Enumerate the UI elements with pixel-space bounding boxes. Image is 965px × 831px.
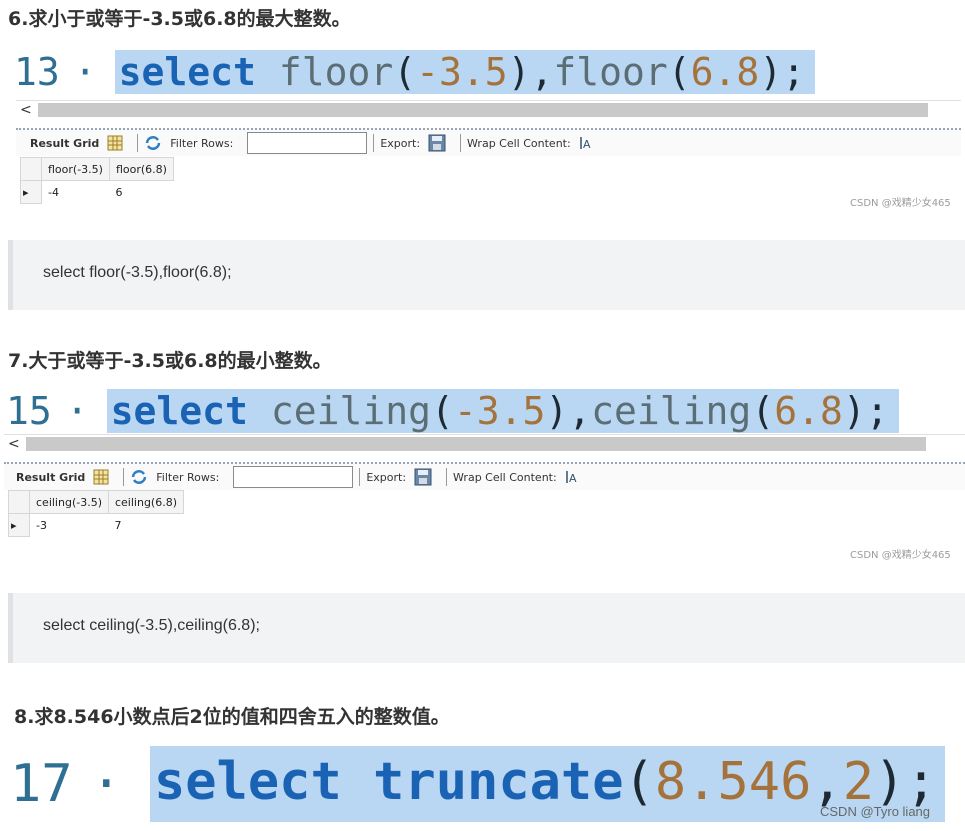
column-header[interactable]: floor(6.8) — [108, 157, 174, 181]
line-number: 13 — [14, 50, 60, 94]
code-block-1: select floor(-3.5),floor(6.8); — [8, 240, 965, 310]
horizontal-scrollbar[interactable]: < — [4, 434, 965, 453]
editor-panel-2: 15 · select ceiling(-3.5),ceiling(6.8); … — [4, 384, 965, 564]
watermark: CSDN @戏精少女465 — [850, 198, 951, 209]
code-token: floor — [553, 50, 668, 94]
scroll-thumb[interactable] — [38, 103, 928, 117]
line-marker: · — [65, 389, 89, 433]
export-save-icon[interactable] — [414, 468, 432, 486]
filter-rows-label: Filter Rows: — [170, 136, 234, 150]
wrap-cell-label: Wrap Cell Content: — [467, 136, 571, 150]
code-token: ), — [545, 389, 592, 433]
wrap-text-icon[interactable]: A — [565, 470, 579, 484]
code-line-15[interactable]: 15 · select ceiling(-3.5),ceiling(6.8); — [6, 388, 899, 434]
scroll-left-icon[interactable]: < — [8, 435, 22, 453]
grid-view-icon[interactable] — [107, 135, 123, 151]
table-row[interactable]: ▸ -4 6 — [20, 180, 174, 204]
code-token: floor — [278, 50, 394, 94]
horizontal-scrollbar[interactable]: < — [16, 100, 961, 119]
result-grid-1: floor(-3.5) floor(6.8) ▸ -4 6 — [20, 157, 174, 204]
line-number: 15 — [6, 389, 52, 433]
code-block-2: select ceiling(-3.5),ceiling(6.8); — [8, 593, 965, 663]
code-token: -3.5 — [416, 50, 508, 94]
row-pointer-icon: ▸ — [20, 180, 42, 204]
line-number: 17 — [10, 754, 73, 814]
code-token: ); — [874, 752, 937, 812]
row-pointer-icon: ▸ — [8, 513, 30, 537]
column-header[interactable]: ceiling(6.8) — [107, 490, 185, 514]
code-token: ), — [507, 50, 554, 94]
sql-statement: select floor(-3.5),floor(6.8); — [114, 50, 816, 94]
code-token: 6.8 — [774, 389, 843, 433]
code-token: ( — [667, 50, 691, 94]
heading-6: 6.求小于或等于-3.5或6.8的最大整数。 — [8, 8, 351, 30]
export-save-icon[interactable] — [428, 134, 446, 152]
code-token: -3.5 — [453, 389, 546, 433]
result-toolbar: Result Grid Filter Rows: Export: Wrap Ce… — [4, 462, 965, 490]
heading-8: 8.求8.546小数点后2位的值和四舍五入的整数值。 — [14, 706, 450, 728]
watermark: CSDN @戏精少女465 — [850, 550, 951, 561]
table-header-row: ceiling(-3.5) ceiling(6.8) — [8, 490, 185, 514]
svg-text:A: A — [583, 138, 591, 150]
filter-rows-input[interactable] — [247, 132, 368, 154]
code-token: ); — [759, 50, 806, 94]
result-grid-2: ceiling(-3.5) ceiling(6.8) ▸ -3 7 — [8, 490, 185, 537]
line-marker: · — [90, 754, 122, 814]
heading-7: 7.大于或等于-3.5或6.8的最小整数。 — [8, 350, 332, 372]
code-text: select ceiling(-3.5),ceiling(6.8); — [43, 617, 260, 634]
code-token: ceiling — [591, 389, 752, 433]
editor-panel-3: 17 · select truncate(8.546,2); CSDN @Tyr… — [8, 740, 961, 831]
export-label: Export: — [380, 136, 421, 150]
editor-panel-1: 13 · select floor(-3.5),floor(6.8); < Re… — [12, 42, 965, 212]
result-grid-label[interactable]: Result Grid — [30, 137, 99, 150]
filter-rows-label: Filter Rows: — [156, 470, 220, 484]
result-toolbar: Result Grid Filter Rows: Export: Wrap Ce… — [16, 128, 961, 156]
refresh-icon[interactable] — [144, 135, 162, 151]
line-marker: · — [73, 50, 97, 94]
code-token: ( — [751, 389, 775, 433]
result-grid-label[interactable]: Result Grid — [16, 471, 85, 484]
code-token: 8.546 — [654, 752, 812, 812]
table-row[interactable]: ▸ -3 7 — [8, 513, 184, 537]
code-token: ( — [623, 752, 655, 812]
filter-rows-input[interactable] — [233, 466, 354, 488]
code-token: select — [118, 50, 256, 94]
table-cell[interactable]: -3 — [29, 513, 109, 537]
code-token: , — [811, 752, 843, 812]
code-line-17[interactable]: 17 · select truncate(8.546,2); — [10, 740, 945, 828]
grid-view-icon[interactable] — [93, 469, 109, 485]
code-token: select — [153, 752, 342, 812]
code-token: ceiling — [270, 389, 431, 433]
sql-statement: select ceiling(-3.5),ceiling(6.8); — [106, 389, 899, 433]
table-cell[interactable]: 7 — [108, 513, 184, 537]
wrap-cell-label: Wrap Cell Content: — [453, 470, 557, 484]
code-token: ( — [430, 389, 454, 433]
code-line-13[interactable]: 13 · select floor(-3.5),floor(6.8); — [14, 46, 816, 98]
table-cell[interactable]: 6 — [109, 180, 174, 204]
code-token: ); — [842, 389, 889, 433]
scroll-left-icon[interactable]: < — [20, 101, 34, 119]
code-token: select — [110, 389, 248, 433]
code-token: ( — [393, 50, 417, 94]
table-header-row: floor(-3.5) floor(6.8) — [20, 157, 174, 181]
code-token: 2 — [842, 752, 875, 812]
wrap-text-icon[interactable]: A — [579, 136, 593, 150]
watermark: CSDN @Tyro liang — [820, 804, 931, 819]
table-cell[interactable]: -4 — [41, 180, 110, 204]
code-text: select floor(-3.5),floor(6.8); — [43, 264, 232, 281]
scroll-thumb[interactable] — [26, 437, 926, 451]
code-token: truncate — [373, 752, 624, 812]
export-label: Export: — [366, 470, 407, 484]
code-token: 6.8 — [690, 50, 760, 94]
column-header[interactable]: floor(-3.5) — [41, 157, 110, 181]
svg-text:A: A — [569, 472, 577, 484]
column-header[interactable]: ceiling(-3.5) — [29, 490, 109, 514]
refresh-icon[interactable] — [130, 469, 148, 485]
